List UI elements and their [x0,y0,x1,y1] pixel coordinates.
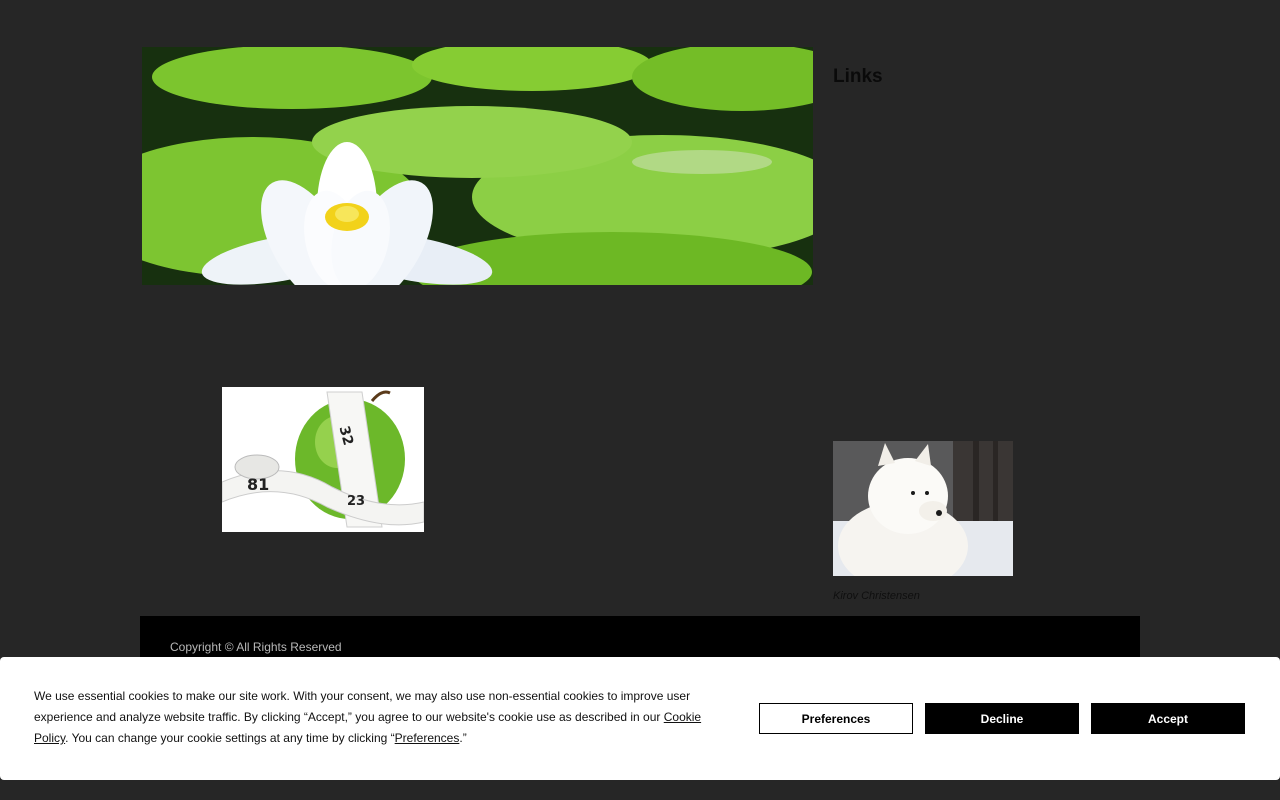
hero-water-lily-image [142,47,813,285]
dog-caption: Kirov Christensen [833,590,920,602]
preferences-link[interactable]: Preferences [395,731,460,745]
cookie-text-part3: .” [459,731,467,745]
accept-button[interactable]: Accept [1091,703,1245,734]
apple-tape-graphic: 32 81 23 [222,387,424,532]
samoyed-dog-image [833,441,1013,576]
preferences-button[interactable]: Preferences [759,703,913,734]
cookie-consent-banner: We use essential cookies to make our sit… [0,657,1280,780]
links-heading: Links [833,66,883,87]
decline-button[interactable]: Decline [925,703,1079,734]
water-lily-graphic [142,47,813,285]
svg-text:23: 23 [347,494,365,509]
cookie-text-part1: We use essential cookies to make our sit… [34,689,691,724]
cookie-consent-message: We use essential cookies to make our sit… [34,686,714,749]
copyright-text: Copyright © All Rights Reserved [170,640,342,654]
apple-measuring-tape-image: 32 81 23 [222,387,424,532]
dog-graphic [833,441,1013,576]
svg-text:81: 81 [247,475,269,494]
cookie-text-part2: . You can change your cookie settings at… [65,731,395,745]
